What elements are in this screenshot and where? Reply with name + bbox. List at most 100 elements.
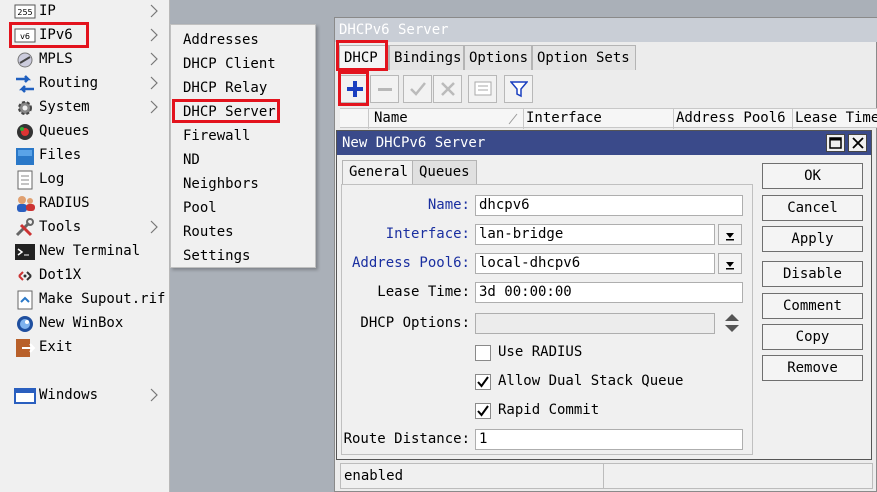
column-header-lease-time[interactable]: Lease Time	[795, 110, 877, 126]
submenu-item-dhcp-server[interactable]: DHCP Server	[183, 104, 276, 120]
ipv6-icon: v6	[14, 26, 36, 46]
sidebar-item-make-supout[interactable]: Make Supout.rif	[0, 288, 170, 312]
status-text: enabled	[344, 468, 404, 484]
copy-button[interactable]: Copy	[762, 324, 863, 350]
column-header-interface[interactable]: Interface	[526, 110, 602, 126]
sidebar-item-label: Windows	[39, 387, 99, 403]
window-title[interactable]: DHCPv6 Server	[335, 18, 877, 42]
sidebar-item-new-winbox[interactable]: New WinBox	[0, 312, 170, 336]
submenu-item-dhcp-relay[interactable]: DHCP Relay	[183, 80, 267, 96]
ok-button[interactable]: OK	[762, 163, 863, 189]
add-button[interactable]	[340, 75, 369, 103]
address-pool6-label: Address Pool6:	[351, 255, 470, 271]
sidebar-item-label: Routing	[39, 75, 99, 91]
exit-icon	[14, 338, 36, 358]
tab-options[interactable]: Options	[464, 45, 532, 70]
sidebar-item-ip[interactable]: 255 IP	[0, 0, 170, 24]
address-pool6-dropdown-button[interactable]	[718, 253, 742, 274]
route-distance-label: Route Distance:	[343, 431, 470, 447]
submenu-item-nd[interactable]: ND	[183, 152, 200, 168]
comment-button[interactable]	[468, 75, 497, 103]
comment-button[interactable]: Comment	[762, 293, 863, 319]
use-radius-label: Use RADIUS	[498, 344, 583, 360]
dhcp-options-field[interactable]	[475, 313, 715, 334]
dot1x-icon	[14, 266, 36, 286]
sidebar-item-exit[interactable]: Exit	[0, 336, 170, 360]
name-field[interactable]: dhcpv6	[475, 195, 743, 216]
terminal-icon	[14, 242, 36, 262]
sidebar-item-label: Queues	[39, 123, 90, 139]
remove-button[interactable]: Remove	[762, 355, 863, 381]
checkmark-icon	[477, 376, 489, 388]
dropdown-arrow-icon	[726, 232, 734, 240]
lease-time-label: Lease Time:	[377, 284, 470, 300]
sidebar-item-routing[interactable]: Routing	[0, 72, 170, 96]
sidebar-item-label: Dot1X	[39, 267, 82, 283]
sidebar-item-label: IPv6	[39, 27, 73, 43]
chevron-right-icon	[150, 76, 158, 90]
minus-icon	[377, 88, 392, 91]
disable-button[interactable]: Disable	[762, 261, 863, 287]
lease-time-field[interactable]: 3d 00:00:00	[475, 282, 743, 303]
chevron-right-icon	[150, 220, 158, 234]
log-icon	[14, 170, 36, 190]
submenu-item-routes[interactable]: Routes	[183, 224, 234, 240]
tab-general[interactable]: General	[342, 160, 416, 184]
sidebar-item-tools[interactable]: Tools	[0, 216, 170, 240]
tab-dhcp[interactable]: DHCP	[339, 45, 389, 70]
tab-option-sets[interactable]: Option Sets	[532, 45, 636, 70]
submenu-item-settings[interactable]: Settings	[183, 248, 250, 264]
dialog-title[interactable]: New DHCPv6 Server	[337, 131, 871, 155]
submenu-item-dhcp-client[interactable]: DHCP Client	[183, 56, 276, 72]
interface-dropdown-button[interactable]	[718, 224, 742, 245]
sidebar-item-new-terminal[interactable]: New Terminal	[0, 240, 170, 264]
sidebar-item-windows[interactable]: Windows	[0, 384, 170, 408]
general-form: Name: dhcpv6 Interface: lan-bridge Addre…	[341, 184, 753, 455]
apply-button[interactable]: Apply	[762, 226, 863, 252]
sidebar-item-label: IP	[39, 3, 56, 19]
rapid-commit-checkbox[interactable]	[475, 403, 491, 419]
route-distance-field[interactable]: 1	[475, 429, 743, 450]
submenu-item-addresses[interactable]: Addresses	[183, 32, 259, 48]
submenu-item-pool[interactable]: Pool	[183, 200, 217, 216]
sidebar-item-radius[interactable]: RADIUS	[0, 192, 170, 216]
column-header-name[interactable]: Name	[374, 110, 408, 126]
filter-funnel-icon	[509, 81, 528, 98]
interface-field[interactable]: lan-bridge	[475, 224, 715, 245]
dhcp-options-label: DHCP Options:	[360, 315, 470, 331]
cancel-button[interactable]: Cancel	[762, 195, 863, 221]
folder-icon	[14, 146, 36, 166]
disable-button[interactable]	[433, 75, 462, 103]
radius-users-icon	[14, 194, 36, 214]
close-button[interactable]	[848, 134, 867, 152]
submenu-item-firewall[interactable]: Firewall	[183, 128, 250, 144]
enable-button[interactable]	[403, 75, 432, 103]
use-radius-checkbox[interactable]	[475, 345, 491, 361]
sidebar-item-mpls[interactable]: MPLS	[0, 48, 170, 72]
name-label: Name:	[427, 197, 470, 213]
table-header: Name Interface Address Pool6 Lease Time	[340, 108, 877, 129]
chevron-right-icon	[150, 388, 158, 402]
sidebar-item-log[interactable]: Log	[0, 168, 170, 192]
sidebar-item-system[interactable]: System	[0, 96, 170, 120]
submenu-item-neighbors[interactable]: Neighbors	[183, 176, 259, 192]
maximize-button[interactable]	[826, 134, 845, 152]
sidebar-item-dot1x[interactable]: Dot1X	[0, 264, 170, 288]
svg-text:255: 255	[17, 8, 32, 17]
column-header-address-pool6[interactable]: Address Pool6	[676, 110, 786, 126]
tab-queues[interactable]: Queues	[412, 160, 477, 184]
up-down-arrows-icon[interactable]	[724, 312, 740, 334]
filter-button[interactable]	[504, 75, 533, 103]
sidebar-item-files[interactable]: Files	[0, 144, 170, 168]
tab-bindings[interactable]: Bindings	[389, 45, 464, 70]
sort-indicator-icon	[508, 113, 518, 125]
svg-text:v6: v6	[20, 32, 30, 41]
checkmark-icon	[477, 405, 489, 417]
allow-dual-stack-queue-checkbox[interactable]	[475, 374, 491, 390]
ip-icon: 255	[14, 2, 36, 22]
sidebar-item-queues[interactable]: Queues	[0, 120, 170, 144]
sidebar-item-ipv6[interactable]: v6 IPv6	[0, 24, 170, 48]
tools-icon	[14, 218, 36, 238]
address-pool6-field[interactable]: local-dhcpv6	[475, 253, 715, 274]
remove-button[interactable]	[370, 75, 399, 103]
